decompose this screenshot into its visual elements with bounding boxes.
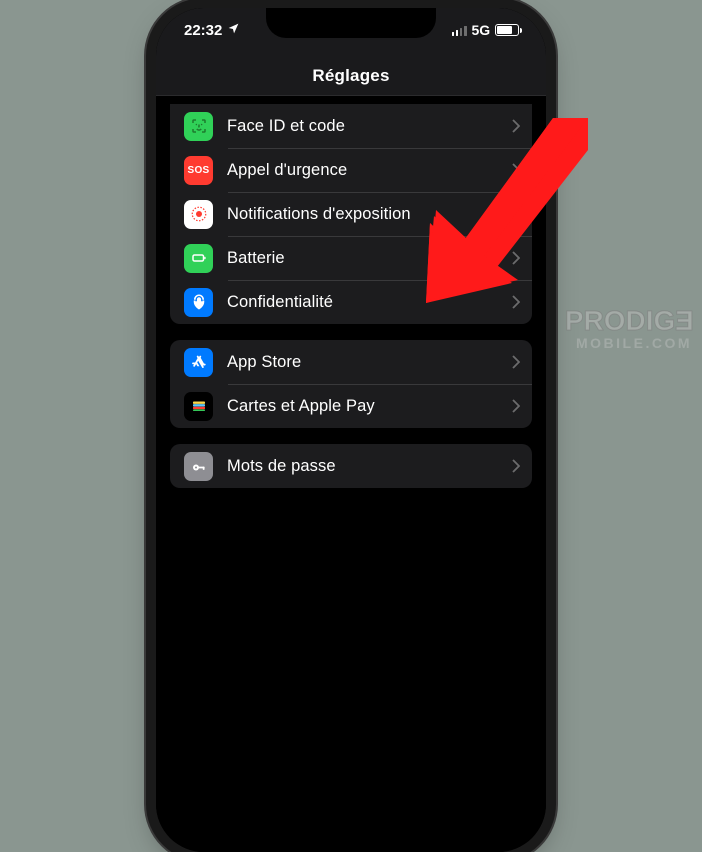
chevron-right-icon (512, 295, 520, 309)
appstore-icon (184, 348, 213, 377)
watermark: PRODIGE MOBILE.COM (565, 305, 694, 351)
row-appstore[interactable]: App Store (170, 340, 532, 384)
chevron-right-icon (512, 119, 520, 133)
row-exposure[interactable]: Notifications d'exposition (170, 192, 532, 236)
row-sos[interactable]: SOS Appel d'urgence (170, 148, 532, 192)
row-label: Appel d'urgence (227, 161, 498, 180)
row-label: Mots de passe (227, 457, 498, 476)
page-title: Réglages (312, 66, 389, 86)
exposure-icon (184, 200, 213, 229)
signal-icon (452, 25, 467, 36)
settings-group-passwords: Mots de passe (170, 444, 532, 488)
chevron-right-icon (512, 251, 520, 265)
location-icon (227, 22, 240, 39)
chevron-right-icon (512, 207, 520, 221)
phone-notch (266, 8, 436, 38)
chevron-right-icon (512, 355, 520, 369)
sos-icon: SOS (184, 156, 213, 185)
settings-list[interactable]: Face ID et code SOS Appel d'urgence Noti… (156, 96, 546, 852)
row-label: App Store (227, 353, 498, 372)
row-faceid[interactable]: Face ID et code (170, 104, 532, 148)
faceid-icon (184, 112, 213, 141)
row-label: Confidentialité (227, 293, 498, 312)
row-wallet[interactable]: Cartes et Apple Pay (170, 384, 532, 428)
row-label: Notifications d'exposition (227, 205, 498, 224)
chevron-right-icon (512, 459, 520, 473)
row-label: Batterie (227, 249, 498, 268)
row-label: Cartes et Apple Pay (227, 397, 498, 416)
row-privacy[interactable]: Confidentialité (170, 280, 532, 324)
chevron-right-icon (512, 163, 520, 177)
key-icon (184, 452, 213, 481)
screen: 22:32 5G Réglages (156, 8, 546, 852)
chevron-right-icon (512, 399, 520, 413)
settings-group-general: Face ID et code SOS Appel d'urgence Noti… (170, 104, 532, 324)
settings-group-store: App Store Cartes et Apple Pay (170, 340, 532, 428)
privacy-icon (184, 288, 213, 317)
battery-icon (495, 24, 522, 36)
watermark-line2: MOBILE.COM (565, 335, 692, 351)
watermark-line1: PRODIGE (565, 305, 694, 337)
row-battery[interactable]: Batterie (170, 236, 532, 280)
battery-icon (184, 244, 213, 273)
status-time: 22:32 (184, 22, 222, 39)
network-label: 5G (472, 22, 491, 38)
row-label: Face ID et code (227, 117, 498, 136)
row-passwords[interactable]: Mots de passe (170, 444, 532, 488)
phone-frame: 22:32 5G Réglages (156, 8, 546, 852)
wallet-icon (184, 392, 213, 421)
